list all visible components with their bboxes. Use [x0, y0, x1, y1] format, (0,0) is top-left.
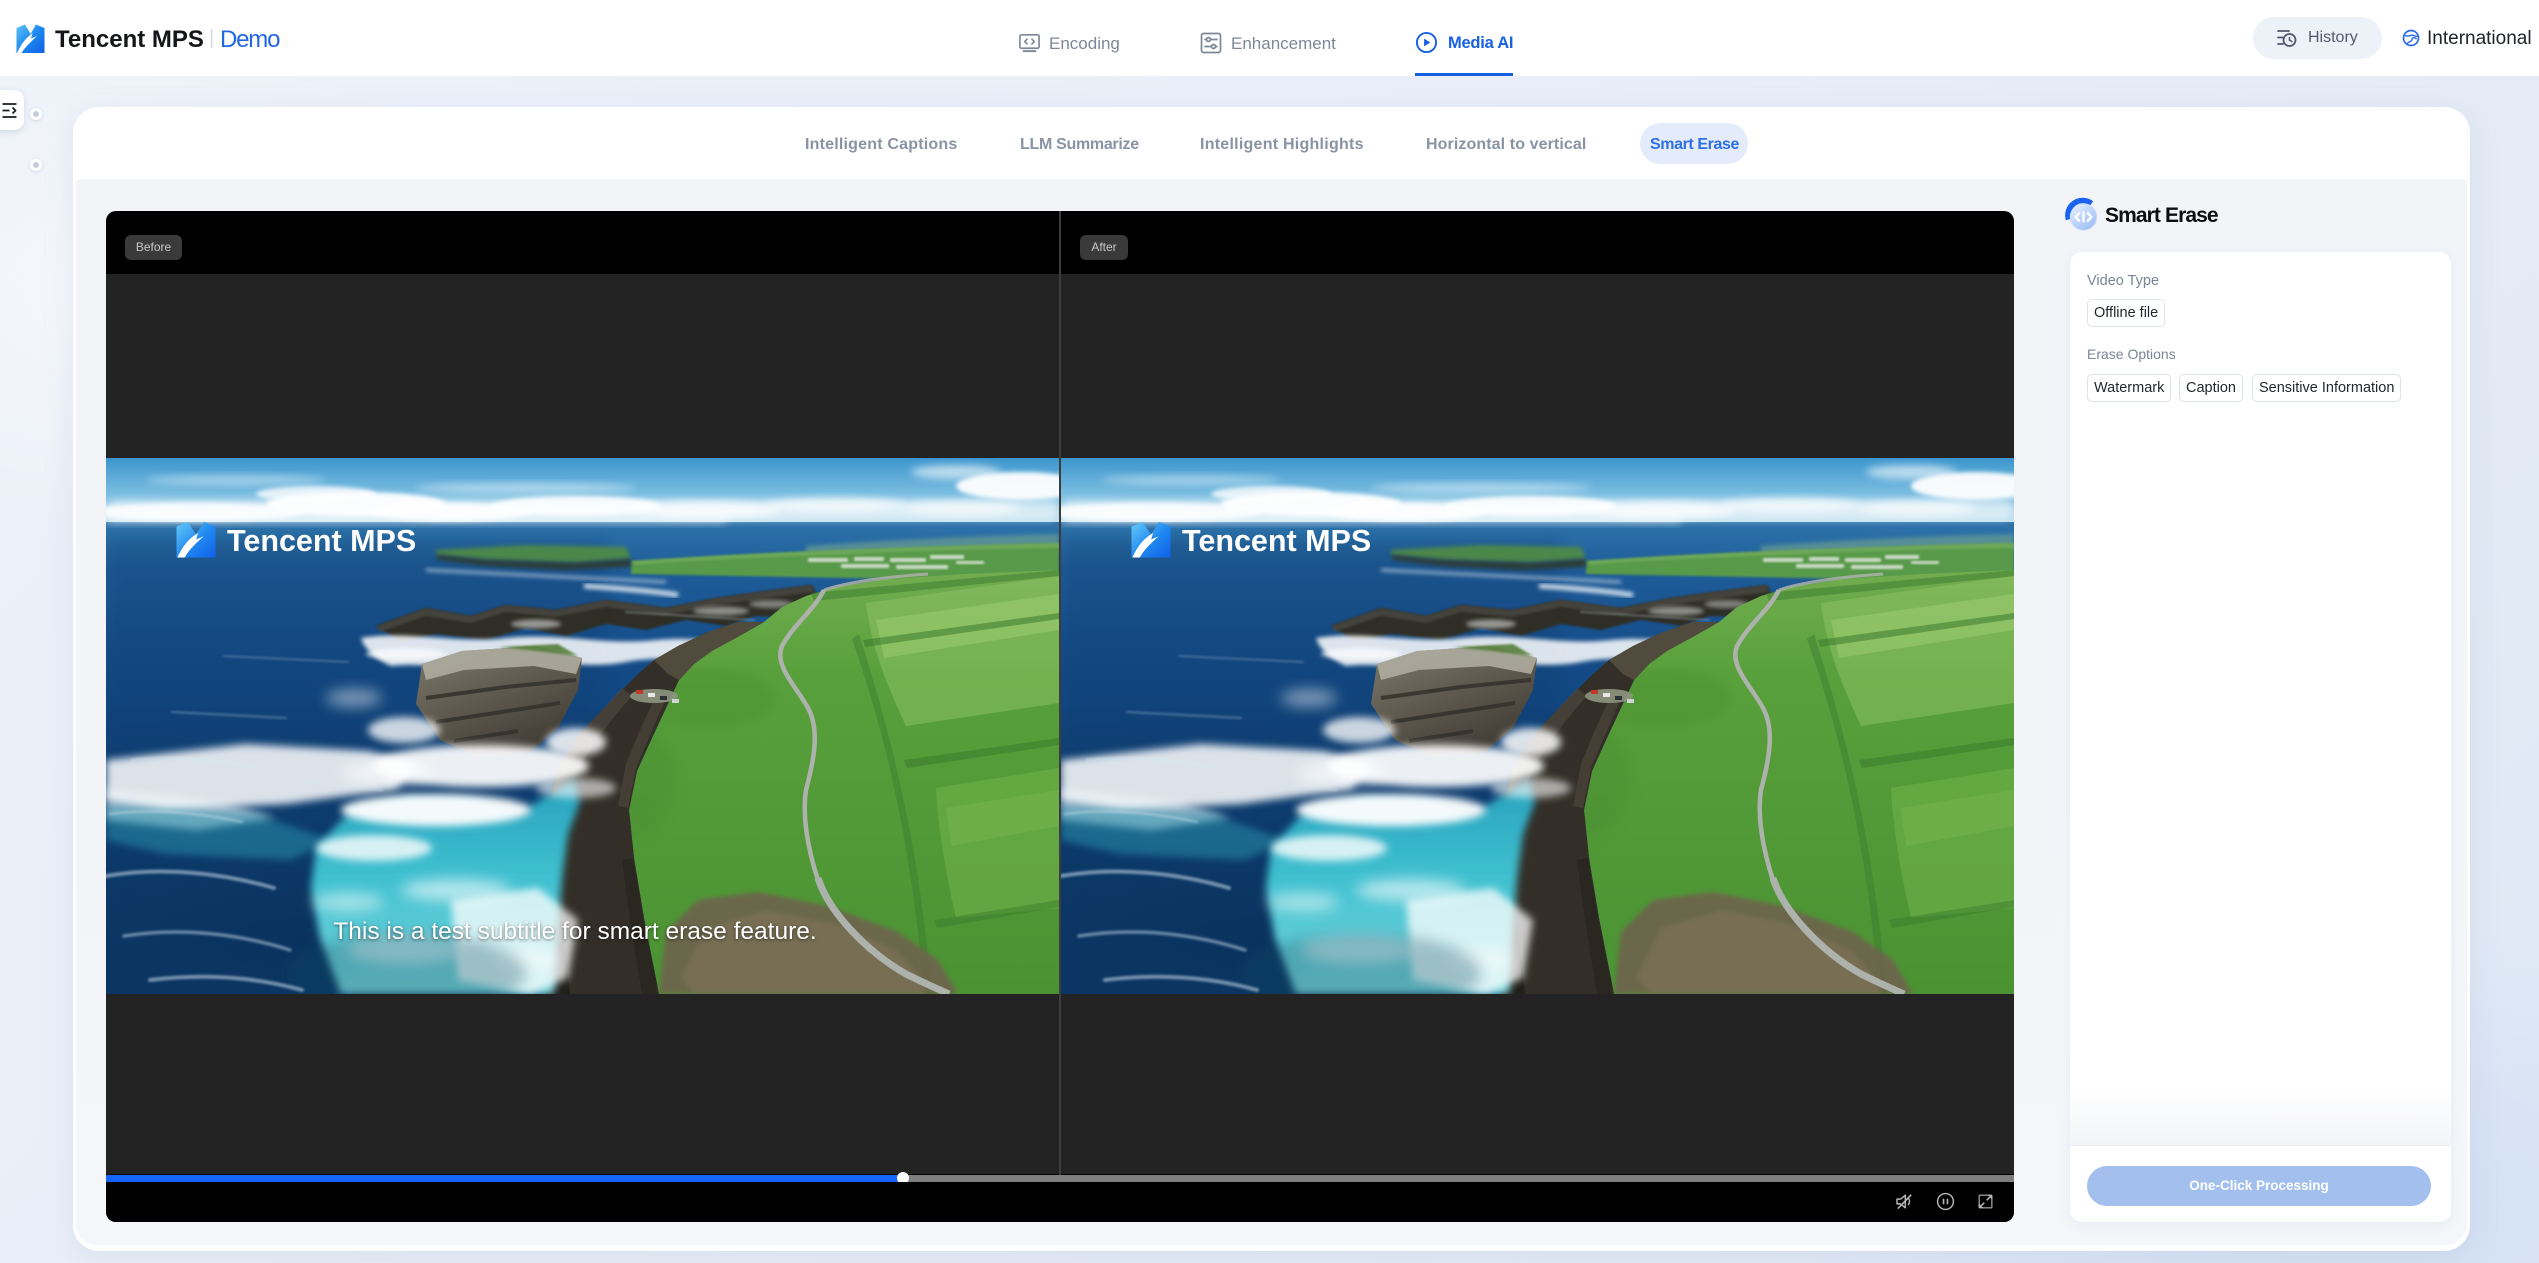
svg-text:Tencent MPS: Tencent MPS	[1182, 524, 1371, 558]
svg-text:Tencent MPS: Tencent MPS	[227, 524, 416, 558]
